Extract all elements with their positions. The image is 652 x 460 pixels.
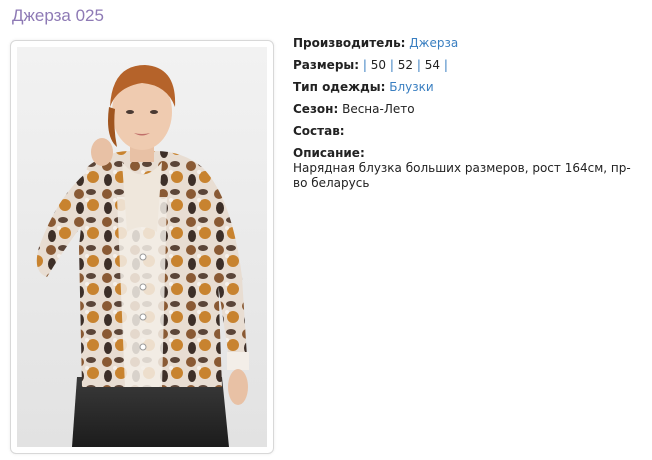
size-option[interactable]: 52 — [398, 58, 413, 72]
season-label: Сезон: — [293, 102, 339, 116]
composition-row: Состав: — [293, 124, 638, 139]
product-photo-frame — [10, 40, 274, 454]
description-row: Описание: Нарядная блузка больших размер… — [293, 146, 638, 191]
sizes-row: Размеры: | 50 | 52 | 54 | — [293, 58, 448, 72]
manufacturer-link[interactable]: Джерза — [409, 36, 458, 50]
description-label: Описание: — [293, 146, 365, 160]
blouse-model-image — [17, 47, 267, 447]
sizes-label: Размеры: — [293, 58, 360, 72]
manufacturer-row: Производитель: Джерза — [293, 36, 638, 51]
clothing-type-row: Тип одежды: Блузки — [293, 80, 638, 95]
product-details: Производитель: Джерза Размеры: | 50 | 52… — [293, 36, 638, 191]
clothing-type-label: Тип одежды: — [293, 80, 386, 94]
product-photo[interactable] — [17, 47, 267, 447]
manufacturer-label: Производитель: — [293, 36, 406, 50]
season-value: Весна-Лето — [342, 102, 415, 116]
description-text: Нарядная блузка больших размеров, рост 1… — [293, 161, 631, 190]
clothing-type-link[interactable]: Блузки — [389, 80, 433, 94]
season-row: Сезон: Весна-Лето — [293, 102, 638, 117]
size-option[interactable]: 50 — [371, 58, 386, 72]
size-option[interactable]: 54 — [425, 58, 440, 72]
product-title: Джерза 025 — [12, 6, 104, 25]
composition-label: Состав: — [293, 124, 345, 138]
